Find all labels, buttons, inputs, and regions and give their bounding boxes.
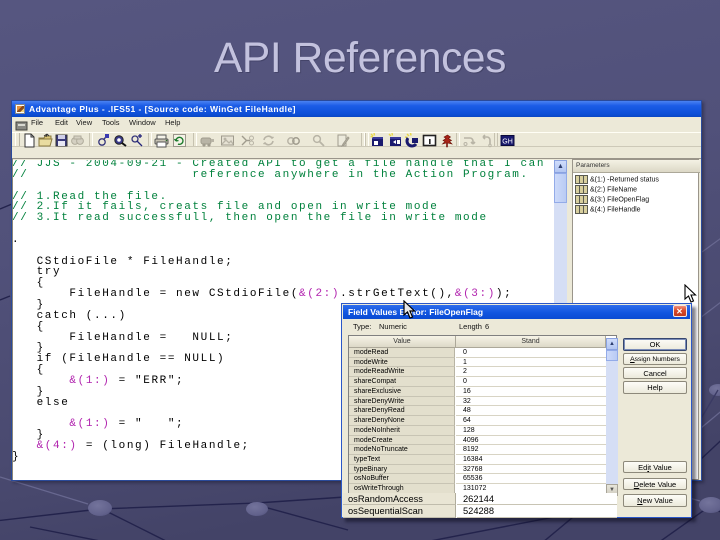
svg-text:GH: GH bbox=[502, 139, 513, 146]
